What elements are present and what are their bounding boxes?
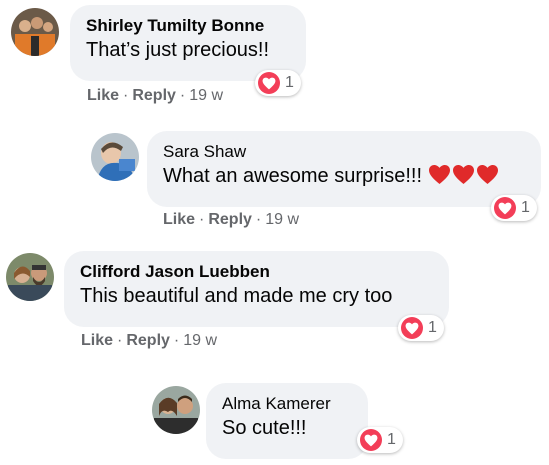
separator: · <box>179 87 186 104</box>
red-heart-emoji-icon <box>429 164 450 185</box>
avatar[interactable] <box>6 253 54 301</box>
heart-emoji-group <box>428 164 499 185</box>
reply-button[interactable]: Reply <box>126 332 170 349</box>
avatar-photo-icon <box>152 386 200 434</box>
separator: · <box>117 332 123 349</box>
reaction-summary[interactable]: 1 <box>491 195 537 221</box>
comment-text: What an awesome surprise!!! <box>163 163 525 189</box>
reaction-count: 1 <box>428 319 437 336</box>
like-button[interactable]: Like <box>87 87 119 104</box>
comment-text: This beautiful and made me cry too <box>80 285 393 307</box>
comment-text-content: What an awesome surprise!!! <box>163 165 422 187</box>
comment-bubble: Sara Shaw What an awesome surprise!!! <box>147 131 541 207</box>
comment-bubble: Alma Kamerer So cute!!! <box>206 383 368 459</box>
reaction-count: 1 <box>521 199 530 216</box>
reaction-summary[interactable]: 1 <box>398 315 444 341</box>
love-reaction-icon <box>258 72 280 94</box>
reply-button[interactable]: Reply <box>208 211 252 228</box>
comment-text: So cute!!! <box>222 417 307 439</box>
comment-text: That’s just precious!! <box>86 39 270 61</box>
love-reaction-icon <box>401 317 423 339</box>
comment-author[interactable]: Sara Shaw <box>163 141 525 163</box>
avatar[interactable] <box>91 133 139 181</box>
reaction-count: 1 <box>387 431 396 448</box>
love-reaction-icon <box>360 429 382 451</box>
red-heart-emoji-icon <box>453 164 474 185</box>
reaction-summary[interactable]: 1 <box>255 70 301 96</box>
separator: · <box>173 332 180 349</box>
comment-timestamp[interactable]: 19 w <box>183 332 217 349</box>
comment-author[interactable]: Clifford Jason Luebben <box>80 261 433 283</box>
comment-actions: Like · Reply · 19 w <box>87 86 223 106</box>
like-button[interactable]: Like <box>163 211 195 228</box>
comment-timestamp[interactable]: 19 w <box>265 211 299 228</box>
comment-bubble: Clifford Jason Luebben This beautiful an… <box>64 251 449 327</box>
comment-actions: Like · Reply · 19 w <box>81 331 217 351</box>
red-heart-emoji-icon <box>477 164 498 185</box>
comment-timestamp[interactable]: 19 w <box>189 87 223 104</box>
reaction-summary[interactable]: 1 <box>357 427 403 453</box>
avatar-photo-icon <box>91 133 139 181</box>
comment-author[interactable]: Alma Kamerer <box>222 393 352 415</box>
reaction-count: 1 <box>285 74 294 91</box>
separator: · <box>123 87 129 104</box>
avatar-photo-icon <box>11 8 59 56</box>
avatar[interactable] <box>11 8 59 56</box>
separator: · <box>255 211 262 228</box>
separator: · <box>199 211 205 228</box>
reply-button[interactable]: Reply <box>132 87 176 104</box>
avatar[interactable] <box>152 386 200 434</box>
comment-author[interactable]: Shirley Tumilty Bonne <box>86 15 290 37</box>
like-button[interactable]: Like <box>81 332 113 349</box>
avatar-photo-icon <box>6 253 54 301</box>
comment-actions: Like · Reply · 19 w <box>163 210 299 230</box>
love-reaction-icon <box>494 197 516 219</box>
